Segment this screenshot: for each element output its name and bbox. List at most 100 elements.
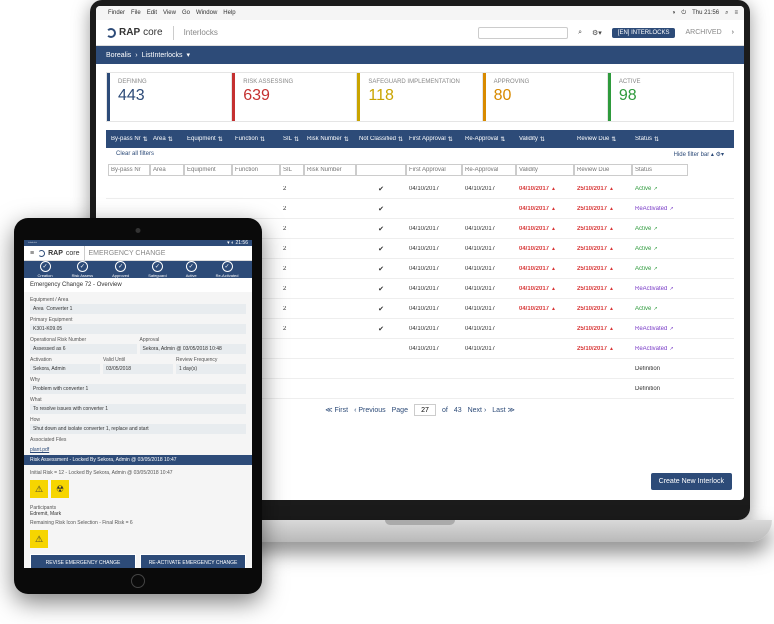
- section-title: EMERGENCY CHANGE: [89, 250, 166, 257]
- col-equipment[interactable]: Equipment ⇅: [184, 136, 232, 143]
- pager-first[interactable]: ≪ First: [325, 406, 348, 414]
- logo: RAPcore: [106, 27, 163, 38]
- reactivate-button[interactable]: RE-ACTIVATE EMERGENCY CHANGE: [140, 554, 246, 568]
- status-badge[interactable]: Definition: [632, 366, 688, 372]
- stat-active[interactable]: ACTIVE98: [608, 73, 733, 121]
- filter-nc[interactable]: [356, 164, 406, 176]
- menubar-icon[interactable]: ≡: [734, 10, 738, 16]
- filter-st[interactable]: [632, 164, 688, 176]
- breadcrumb-item[interactable]: ListInterlocks: [142, 52, 183, 59]
- filter-area[interactable]: [150, 164, 184, 176]
- table-row[interactable]: 2✔04/10/201725/10/2017ReActivated: [106, 199, 734, 219]
- stepper-step[interactable]: ✓Risk Assess: [72, 261, 94, 278]
- tablet-home-button[interactable]: [131, 574, 145, 588]
- check-icon: ✔: [356, 185, 406, 193]
- pager-last[interactable]: Last ≫: [492, 406, 515, 414]
- col-nc[interactable]: Not Classified ⇅: [356, 136, 406, 143]
- filter-rd[interactable]: [574, 164, 632, 176]
- check-icon: ✔: [356, 325, 406, 333]
- field-label: Equipment / Area: [30, 297, 246, 303]
- tablet-header: ≡ RAPcore EMERGENCY CHANGE: [24, 246, 252, 261]
- logo-text: core: [143, 27, 162, 38]
- filter-ra[interactable]: [462, 164, 516, 176]
- menubar-item[interactable]: Help: [223, 10, 235, 16]
- menubar-item[interactable]: Window: [196, 10, 217, 16]
- filter-va[interactable]: [516, 164, 574, 176]
- status-badge[interactable]: ReActivated: [632, 206, 688, 212]
- filter-function[interactable]: [232, 164, 280, 176]
- status-badge[interactable]: ReActivated: [632, 286, 688, 292]
- breadcrumb-item[interactable]: Borealis: [106, 52, 131, 59]
- status-badge[interactable]: ReActivated: [632, 326, 688, 332]
- pager-next[interactable]: Next ›: [468, 407, 487, 414]
- col-validity[interactable]: Validity ⇅: [516, 136, 574, 143]
- status-badge[interactable]: ReActivated: [632, 346, 688, 352]
- clear-filters-link[interactable]: Clear all filters: [116, 151, 154, 158]
- col-function[interactable]: Function ⇅: [232, 136, 280, 143]
- field-label: Primary Equipment: [30, 317, 246, 323]
- stat-approving[interactable]: APPROVING80: [483, 73, 608, 121]
- search-icon[interactable]: ⌕: [578, 29, 582, 37]
- pager-page-input[interactable]: [414, 404, 436, 416]
- pager-prev[interactable]: ‹ Previous: [354, 407, 386, 414]
- stepper-step[interactable]: ✓Creation: [37, 261, 52, 278]
- status-badge[interactable]: Active: [632, 306, 688, 312]
- field-value: Problem with converter 1: [30, 384, 246, 394]
- pager-of: of: [442, 407, 448, 414]
- menu-icon[interactable]: ≡: [30, 250, 34, 257]
- status-badge[interactable]: Active: [632, 266, 688, 272]
- menubar-item[interactable]: View: [163, 10, 176, 16]
- search-icon[interactable]: ⌕: [725, 10, 728, 17]
- search-input[interactable]: [478, 27, 568, 39]
- col-risknum[interactable]: Risk Number ⇅: [304, 136, 356, 143]
- col-status[interactable]: Status ⇅: [632, 136, 688, 143]
- stat-defining[interactable]: DEFINING443: [107, 73, 232, 121]
- table-row[interactable]: 2✔04/10/201704/10/201704/10/201725/10/20…: [106, 179, 734, 199]
- chevron-right-icon[interactable]: ›: [732, 29, 734, 36]
- col-bypass[interactable]: By-pass Nr ⇅: [108, 136, 150, 143]
- field-label: Operational Risk Number: [30, 337, 137, 343]
- filter-equipment[interactable]: [184, 164, 232, 176]
- tab-archived[interactable]: ARCHIVED: [685, 29, 721, 36]
- tab-interlocks[interactable]: [EN] INTERLOCKS: [612, 28, 676, 38]
- stat-safeguard[interactable]: SAFEGUARD IMPLEMENTATION118: [357, 73, 482, 121]
- menubar-item[interactable]: Edit: [147, 10, 157, 16]
- stepper-step[interactable]: ✓Re-Activated: [216, 261, 239, 278]
- stepper-step[interactable]: ✓Safeguard: [148, 261, 166, 278]
- stepper-step[interactable]: ✓Approved: [112, 261, 129, 278]
- status-badge[interactable]: Definition: [632, 386, 688, 392]
- file-link[interactable]: plant.pdf: [24, 445, 252, 455]
- gear-icon[interactable]: ⚙▾: [592, 29, 602, 37]
- menubar-clock: Thu 21:56: [692, 10, 719, 16]
- menubar-icon[interactable]: ⏻: [681, 10, 686, 17]
- col-sil[interactable]: SIL ⇅: [280, 136, 304, 143]
- risk-assessment-header: Risk Assessment - Locked By Sekora, Admi…: [24, 455, 252, 465]
- status-badge[interactable]: Active: [632, 246, 688, 252]
- create-interlock-button[interactable]: Create New Interlock: [651, 473, 732, 490]
- check-icon: ✓: [152, 261, 163, 272]
- field-label: Review Frequency: [176, 357, 246, 363]
- hide-filter-link[interactable]: Hide filter bar: [674, 152, 710, 158]
- menubar-item[interactable]: Go: [182, 10, 190, 16]
- menubar-item[interactable]: File: [131, 10, 141, 16]
- field-label: Associated Files: [30, 437, 246, 443]
- col-firstapproval[interactable]: First Approval ⇅: [406, 136, 462, 143]
- risk-icons: ⚠: [24, 528, 252, 550]
- filter-fa[interactable]: [406, 164, 462, 176]
- stepper-step[interactable]: ✓Active: [186, 261, 197, 278]
- revise-button[interactable]: REVISE EMERGENCY CHANGE: [30, 554, 136, 568]
- status-badge[interactable]: Active: [632, 226, 688, 232]
- filter-risknum[interactable]: [304, 164, 356, 176]
- menubar-icon[interactable]: ◑: [672, 10, 676, 16]
- col-reapproval[interactable]: Re-Approval ⇅: [462, 136, 516, 143]
- status-badge[interactable]: Active: [632, 186, 688, 192]
- menubar-item[interactable]: Finder: [108, 10, 125, 16]
- col-reviewdue[interactable]: Review Due ⇅: [574, 136, 632, 143]
- filter-bypass[interactable]: [108, 164, 150, 176]
- filter-sil[interactable]: [280, 164, 304, 176]
- chevron-down-icon[interactable]: ▾: [187, 51, 191, 59]
- stats-bar: DEFINING443 RISK ASSESSING639 SAFEGUARD …: [106, 72, 734, 122]
- col-area[interactable]: Area ⇅: [150, 136, 184, 143]
- field-value: Edremit, Mark: [30, 511, 246, 517]
- stat-risk[interactable]: RISK ASSESSING639: [232, 73, 357, 121]
